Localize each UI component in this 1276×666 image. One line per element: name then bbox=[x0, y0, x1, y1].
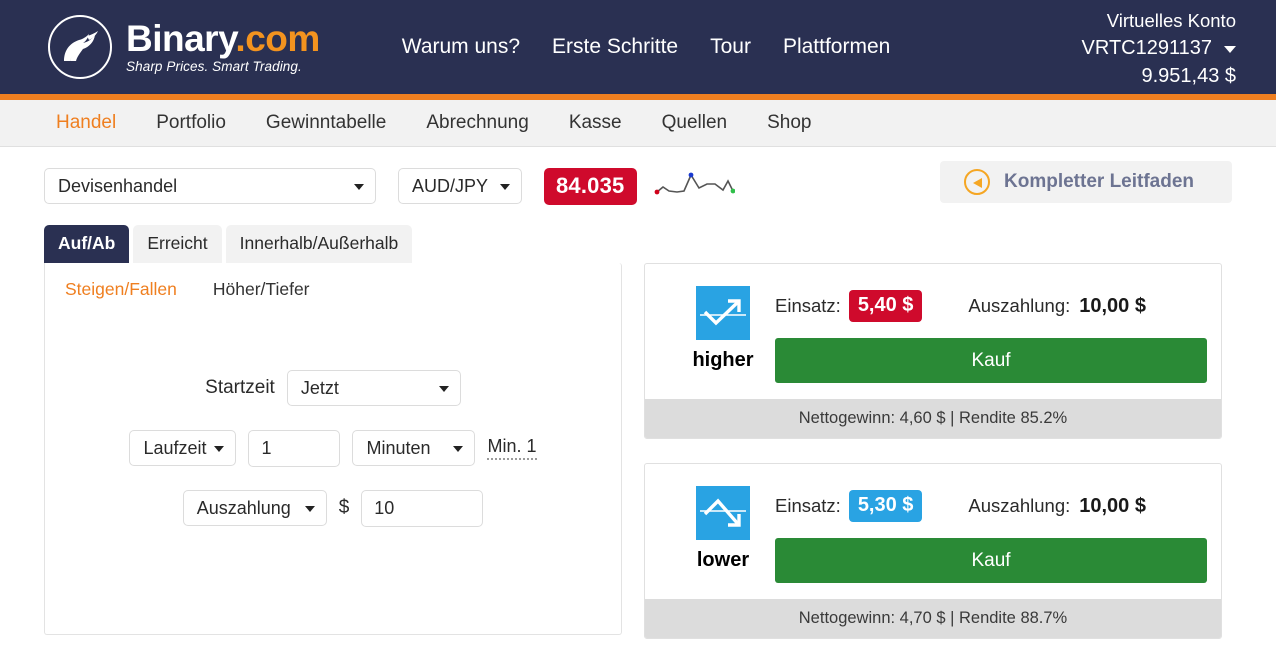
stake-label-lower: Einsatz: bbox=[775, 495, 841, 516]
nav-item-why-us[interactable]: Warum uns? bbox=[386, 29, 536, 65]
brand-logo[interactable]: Binary.com Sharp Prices. Smart Trading. bbox=[48, 15, 320, 79]
subnav-item-gewinntabelle[interactable]: Gewinntabelle bbox=[246, 112, 406, 134]
account-type-label: Virtuelles Konto bbox=[1106, 10, 1236, 31]
trade-footer-lower: Nettogewinn: 4,70 $ | Rendite 88.7% bbox=[645, 599, 1221, 638]
payout-row: Auszahlung $ 10 bbox=[45, 478, 621, 538]
payout-group-higher: Auszahlung: 10,00 $ bbox=[968, 295, 1146, 318]
subnav-item-handel[interactable]: Handel bbox=[36, 112, 136, 134]
trade-card-higher: higher Einsatz: 5,40 $ Auszahlung: 10,00… bbox=[644, 263, 1222, 439]
trade-footer-higher: Nettogewinn: 4,60 $ | Rendite 85.2% bbox=[645, 399, 1221, 438]
spot-price-badge: 84.035 bbox=[544, 167, 637, 205]
account-id-row[interactable]: VRTC1291137 bbox=[1082, 34, 1236, 62]
brand-name-secondary: .com bbox=[235, 18, 320, 60]
duration-value-text: 1 bbox=[261, 437, 272, 458]
symbol-select-value: AUD/JPY bbox=[412, 175, 489, 196]
subtab-steigen-fallen[interactable]: Steigen/Fallen bbox=[65, 279, 177, 300]
start-time-label: Startzeit bbox=[205, 377, 275, 398]
market-select-value: Devisenhandel bbox=[58, 175, 178, 196]
trade-card-higher-body: higher Einsatz: 5,40 $ Auszahlung: 10,00… bbox=[645, 264, 1221, 399]
direction-block-lower: lower bbox=[677, 486, 769, 583]
brand-name-primary: Binary bbox=[126, 18, 236, 60]
subnav-item-abrechnung[interactable]: Abrechnung bbox=[406, 112, 548, 134]
subtab-hoeher-tiefer[interactable]: Höher/Tiefer bbox=[213, 279, 310, 300]
tab-auf-ab[interactable]: Auf/Ab bbox=[44, 225, 130, 263]
duration-mode-value: Laufzeit bbox=[143, 437, 207, 458]
duration-row: Laufzeit 1 Minuten Min. 1 bbox=[45, 418, 621, 478]
secondary-navigation: Handel Portfolio Gewinntabelle Abrechnun… bbox=[0, 100, 1276, 147]
payout-value-lower: 10,00 $ bbox=[1079, 494, 1146, 517]
symbol-select[interactable]: AUD/JPY bbox=[398, 168, 522, 204]
subnav-item-portfolio[interactable]: Portfolio bbox=[136, 112, 246, 134]
price-sparkline-chart bbox=[653, 168, 735, 205]
trade-parameters-panel: Steigen/Fallen Höher/Tiefer Startzeit Je… bbox=[44, 263, 622, 635]
start-time-value: Jetzt bbox=[300, 377, 339, 398]
trading-columns: Steigen/Fallen Höher/Tiefer Startzeit Je… bbox=[44, 263, 1232, 639]
stake-value-higher: 5,40 $ bbox=[848, 290, 923, 322]
trade-figures-lower: Einsatz: 5,30 $ Auszahlung: 10,00 $ bbox=[775, 486, 1207, 526]
duration-mode-select[interactable]: Laufzeit bbox=[129, 430, 237, 466]
stake-value-lower: 5,30 $ bbox=[848, 490, 923, 522]
trade-proposals: higher Einsatz: 5,40 $ Auszahlung: 10,00… bbox=[644, 263, 1222, 639]
trade-figures-higher: Einsatz: 5,40 $ Auszahlung: 10,00 $ bbox=[775, 286, 1207, 326]
buy-button-lower[interactable]: Kauf bbox=[775, 538, 1207, 583]
payout-label-lower: Auszahlung: bbox=[968, 494, 1071, 516]
market-selector-row: Devisenhandel AUD/JPY 84.035 Kompletter … bbox=[44, 147, 1232, 225]
start-time-select[interactable]: Jetzt bbox=[286, 370, 461, 406]
account-summary[interactable]: Virtuelles Konto VRTC1291137 9.951,43 $ bbox=[1082, 8, 1236, 90]
stake-label-higher: Einsatz: bbox=[775, 295, 841, 316]
brand-tagline: Sharp Prices. Smart Trading. bbox=[126, 59, 302, 75]
account-balance: 9.951,43 $ bbox=[1141, 65, 1236, 87]
tab-innerhalb-ausserhalb[interactable]: Innerhalb/Außerhalb bbox=[225, 225, 413, 263]
binary-bull-logo-icon bbox=[48, 15, 112, 79]
complete-guide-label: Kompletter Leitfaden bbox=[1004, 171, 1195, 192]
tab-erreicht[interactable]: Erreicht bbox=[133, 225, 222, 263]
arrow-down-icon bbox=[696, 486, 750, 540]
payout-group-lower: Auszahlung: 10,00 $ bbox=[968, 495, 1146, 518]
contract-subtabs: Steigen/Fallen Höher/Tiefer bbox=[45, 279, 621, 300]
payout-value-higher: 10,00 $ bbox=[1079, 294, 1146, 317]
chevron-down-icon[interactable] bbox=[1224, 45, 1236, 53]
account-id: VRTC1291137 bbox=[1081, 37, 1212, 59]
nav-item-tour[interactable]: Tour bbox=[694, 29, 767, 65]
contract-type-tabs: Auf/Ab Erreicht Innerhalb/Außerhalb bbox=[44, 225, 1232, 263]
top-header: Binary.com Sharp Prices. Smart Trading. … bbox=[0, 0, 1276, 94]
subnav-item-quellen[interactable]: Quellen bbox=[642, 112, 748, 134]
start-time-row: Startzeit Jetzt bbox=[45, 358, 621, 418]
market-select[interactable]: Devisenhandel bbox=[44, 168, 376, 204]
subnav-item-shop[interactable]: Shop bbox=[747, 112, 831, 134]
payout-mode-value: Auszahlung bbox=[196, 497, 291, 518]
nav-item-platforms[interactable]: Plattformen bbox=[767, 29, 906, 65]
duration-min-note: Min. 1 bbox=[487, 436, 537, 460]
amount-value-text: 10 bbox=[374, 497, 395, 518]
trade-card-lower-body: lower Einsatz: 5,30 $ Auszahlung: 10,00 … bbox=[645, 464, 1221, 599]
amount-input[interactable]: 10 bbox=[361, 489, 484, 527]
direction-label-lower: lower bbox=[696, 549, 750, 571]
trade-card-lower: lower Einsatz: 5,30 $ Auszahlung: 10,00 … bbox=[644, 463, 1222, 639]
trade-details-lower: Einsatz: 5,30 $ Auszahlung: 10,00 $ Kauf bbox=[769, 486, 1207, 583]
payout-label-higher: Auszahlung: bbox=[968, 294, 1071, 316]
duration-value-input[interactable]: 1 bbox=[248, 429, 341, 467]
complete-guide-button[interactable]: Kompletter Leitfaden bbox=[940, 161, 1232, 203]
currency-symbol: $ bbox=[338, 497, 350, 518]
trading-page: Devisenhandel AUD/JPY 84.035 Kompletter … bbox=[0, 147, 1276, 639]
brand-wordmark: Binary.com Sharp Prices. Smart Trading. bbox=[126, 20, 320, 74]
arrow-up-icon bbox=[696, 286, 750, 340]
subnav-item-kasse[interactable]: Kasse bbox=[549, 112, 642, 134]
play-circle-icon bbox=[964, 169, 990, 195]
buy-button-higher[interactable]: Kauf bbox=[775, 338, 1207, 383]
main-navigation: Warum uns? Erste Schritte Tour Plattform… bbox=[386, 29, 907, 65]
direction-label-higher: higher bbox=[692, 349, 754, 371]
nav-item-getting-started[interactable]: Erste Schritte bbox=[536, 29, 694, 65]
duration-unit-select[interactable]: Minuten bbox=[352, 430, 476, 466]
direction-block-higher: higher bbox=[677, 286, 769, 383]
trade-details-higher: Einsatz: 5,40 $ Auszahlung: 10,00 $ Kauf bbox=[769, 286, 1207, 383]
duration-unit-value: Minuten bbox=[366, 437, 431, 458]
payout-mode-select[interactable]: Auszahlung bbox=[182, 490, 327, 526]
